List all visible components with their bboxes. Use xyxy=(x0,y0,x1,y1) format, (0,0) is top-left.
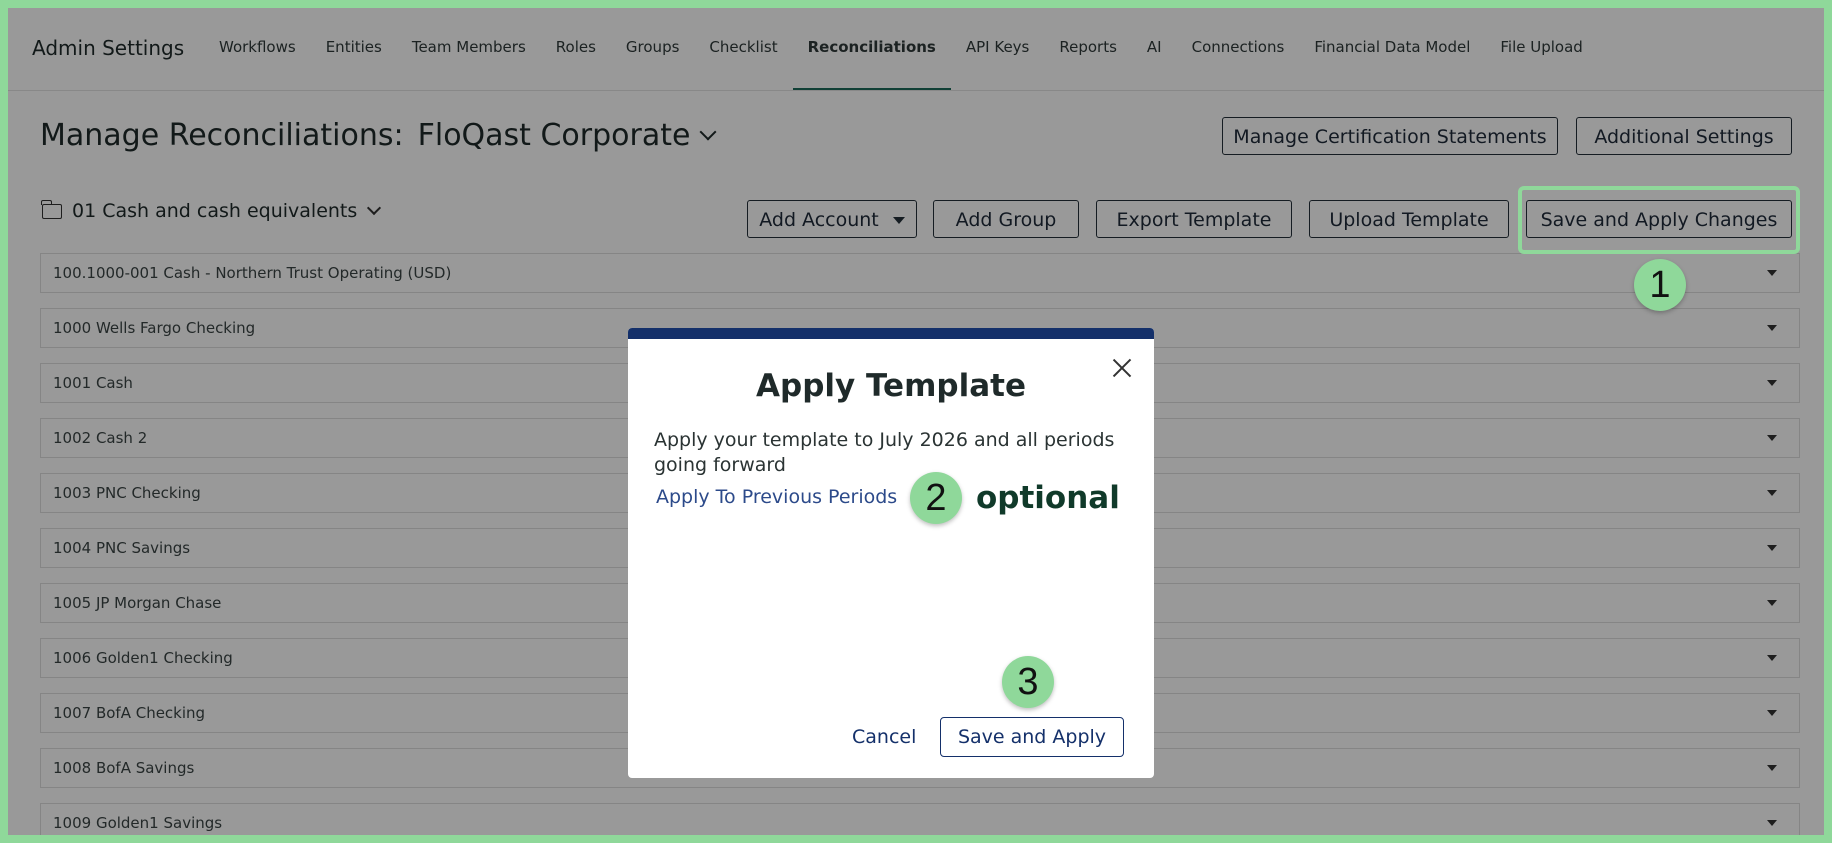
modal-title: Apply Template xyxy=(756,368,1026,404)
step-1-badge: 1 xyxy=(1634,259,1686,311)
apply-template-modal: Apply Template Apply your template to Ju… xyxy=(628,328,1154,778)
step-1-highlight xyxy=(1518,186,1800,254)
apply-to-previous-periods-link[interactable]: Apply To Previous Periods xyxy=(656,486,897,508)
cancel-button[interactable]: Cancel xyxy=(852,726,916,748)
step-2-badge: 2 xyxy=(910,472,962,524)
step-3-badge: 3 xyxy=(1002,656,1054,708)
modal-header-bar xyxy=(628,328,1154,339)
modal-description: Apply your template to July 2026 and all… xyxy=(654,429,1115,476)
save-and-apply-button[interactable]: Save and Apply xyxy=(940,717,1124,757)
close-icon[interactable] xyxy=(1110,356,1134,380)
app-frame: Admin Settings Workflows Entities Team Mem… xyxy=(8,8,1824,835)
optional-note: optional xyxy=(976,480,1120,516)
